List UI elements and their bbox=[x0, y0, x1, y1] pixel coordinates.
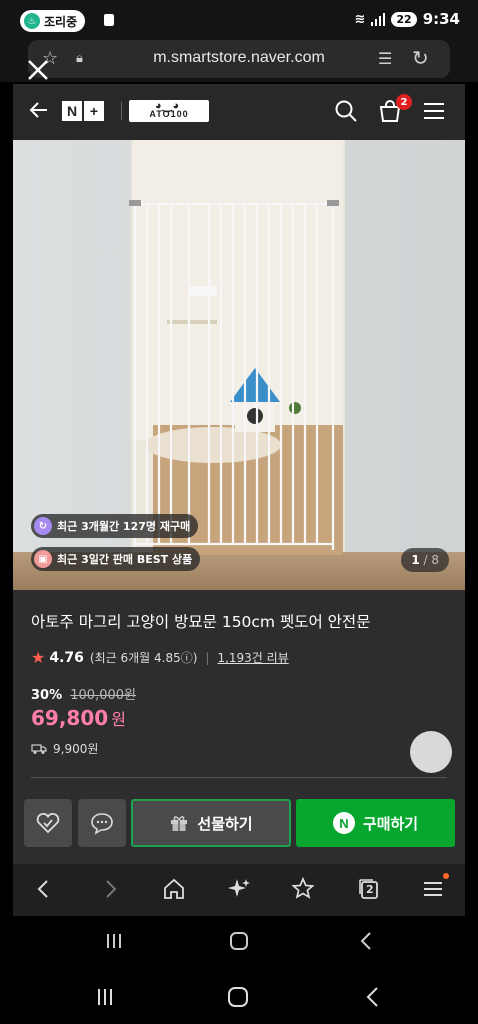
notification-label: 조리중 bbox=[44, 14, 78, 29]
product-image-carousel[interactable]: ↻ 최근 3개월간 127명 재구매 ▣ 최근 3일간 판매 BEST 상품 1… bbox=[13, 140, 465, 590]
cooking-notification-pill[interactable]: ♨ 조리중 bbox=[20, 10, 86, 32]
rating-separator: | bbox=[205, 650, 210, 665]
inner-navigation-bar bbox=[13, 916, 465, 966]
search-icon[interactable] bbox=[333, 98, 359, 124]
best-seller-badge-text: 최근 3일간 판매 BEST 상품 bbox=[57, 553, 193, 566]
forward-icon[interactable] bbox=[97, 876, 123, 902]
delivery-truck-icon bbox=[31, 743, 47, 754]
review-count-link[interactable]: 1,193건 리뷰 bbox=[217, 649, 288, 666]
back-arrow-icon[interactable] bbox=[27, 98, 51, 122]
chat-bubble-icon bbox=[91, 813, 113, 835]
product-title: 아토주 마그리 고양이 방묘문 150cm 펫도어 안전문 bbox=[31, 613, 371, 631]
system-home-icon[interactable] bbox=[227, 986, 249, 1008]
buy-button[interactable]: N 구매하기 bbox=[296, 799, 455, 847]
hamburger-menu-icon[interactable] bbox=[421, 98, 447, 124]
sparkle-icon[interactable] bbox=[226, 876, 252, 902]
floating-action-button[interactable] bbox=[410, 731, 452, 773]
media-indicator-icon bbox=[104, 14, 114, 26]
product-info: 아토주 마그리 고양이 방묘문 150cm 펫도어 안전문 ★ 4.76 (최근… bbox=[13, 590, 465, 864]
bookmark-star-add-icon[interactable] bbox=[290, 876, 316, 902]
recent-apps-icon[interactable] bbox=[103, 930, 125, 952]
home-button-icon[interactable] bbox=[228, 930, 250, 952]
rating-score: 4.76 bbox=[49, 649, 84, 666]
repurchase-icon: ↻ bbox=[34, 517, 52, 535]
repurchase-badge: ↻ 최근 3개월간 127명 재구매 bbox=[31, 514, 199, 538]
nplus-n: N bbox=[62, 101, 82, 121]
wifi-icon: ≋ bbox=[354, 11, 366, 27]
shipping-fee: 9,900원 bbox=[53, 742, 99, 756]
image-total: / 8 bbox=[423, 553, 440, 567]
system-back-icon[interactable] bbox=[362, 986, 384, 1008]
cart-count-badge: 2 bbox=[396, 94, 412, 110]
signal-icon bbox=[371, 12, 386, 26]
cooking-app-icon: ♨ bbox=[24, 13, 40, 29]
best-seller-badge: ▣ 최근 3일간 판매 BEST 상품 bbox=[31, 547, 201, 571]
discount-percent: 30% bbox=[31, 688, 63, 703]
wishlist-button[interactable] bbox=[24, 799, 72, 847]
rating-row: ★ 4.76 (최근 6개월 4.85ⓘ) | 1,193건 리뷰 bbox=[31, 648, 289, 667]
tabs-count: 2 bbox=[366, 883, 374, 896]
close-icon[interactable] bbox=[24, 56, 52, 84]
shop-header: N + ◕‿◕ ATO100 2 bbox=[13, 84, 465, 140]
info-divider bbox=[31, 777, 447, 778]
shipping-row: 9,900원 bbox=[31, 740, 98, 757]
brand-logo[interactable]: ◕‿◕ ATO100 bbox=[129, 100, 209, 122]
talk-button[interactable] bbox=[78, 799, 126, 847]
nplus-plus: + bbox=[84, 101, 104, 121]
system-navigation-bar bbox=[0, 970, 478, 1024]
home-icon[interactable] bbox=[161, 876, 187, 902]
original-price: 100,000원 bbox=[70, 688, 136, 703]
nav-back-icon[interactable] bbox=[356, 930, 378, 952]
image-counter: 1 / 8 bbox=[401, 548, 449, 572]
naver-plus-logo[interactable]: N + bbox=[62, 101, 104, 121]
browser-toolbar: 2 bbox=[13, 864, 465, 916]
rating-detail[interactable]: (최근 6개월 4.85ⓘ) bbox=[90, 649, 198, 666]
address-bar[interactable]: ☆ 🔒︎ m.smartstore.naver.com ☰ ↻ bbox=[28, 40, 450, 78]
back-icon[interactable] bbox=[31, 876, 57, 902]
sale-price: 69,800 bbox=[31, 706, 109, 730]
clock: 9:34 bbox=[422, 10, 460, 28]
image-index: 1 bbox=[411, 553, 420, 567]
status-right: ≋ 22 9:34 bbox=[354, 10, 460, 28]
menu-notification-dot bbox=[443, 873, 449, 879]
repurchase-badge-text: 최근 3개월간 127명 재구매 bbox=[57, 520, 191, 533]
gift-box-icon: ▣ bbox=[34, 550, 52, 568]
heart-check-icon bbox=[36, 812, 60, 834]
reload-icon[interactable]: ↻ bbox=[412, 46, 429, 70]
browser-menu-icon[interactable] bbox=[420, 876, 446, 902]
naverpay-n-icon: N bbox=[332, 812, 355, 834]
gift-button[interactable]: 선물하기 bbox=[131, 799, 291, 847]
battery-badge: 22 bbox=[391, 11, 417, 27]
gift-button-label: 선물하기 bbox=[197, 814, 253, 833]
discount-row: 30% 100,000원 bbox=[31, 684, 136, 703]
reader-mode-icon[interactable]: ☰ bbox=[378, 49, 392, 68]
sale-price-row: 69,800 원 bbox=[31, 706, 126, 730]
header-divider bbox=[121, 102, 122, 120]
browser-address-area: ☆ 🔒︎ m.smartstore.naver.com ☰ ↻ bbox=[0, 40, 478, 82]
buy-button-label: 구매하기 bbox=[362, 814, 419, 833]
star-icon: ★ bbox=[31, 648, 46, 667]
system-recent-apps-icon[interactable] bbox=[94, 986, 116, 1008]
gift-icon bbox=[171, 816, 188, 831]
brand-logo-faces-icon: ◕‿◕ bbox=[155, 100, 181, 112]
status-bar: ♨ 조리중 ≋ 22 9:34 bbox=[0, 0, 478, 40]
price-unit: 원 bbox=[111, 710, 126, 729]
